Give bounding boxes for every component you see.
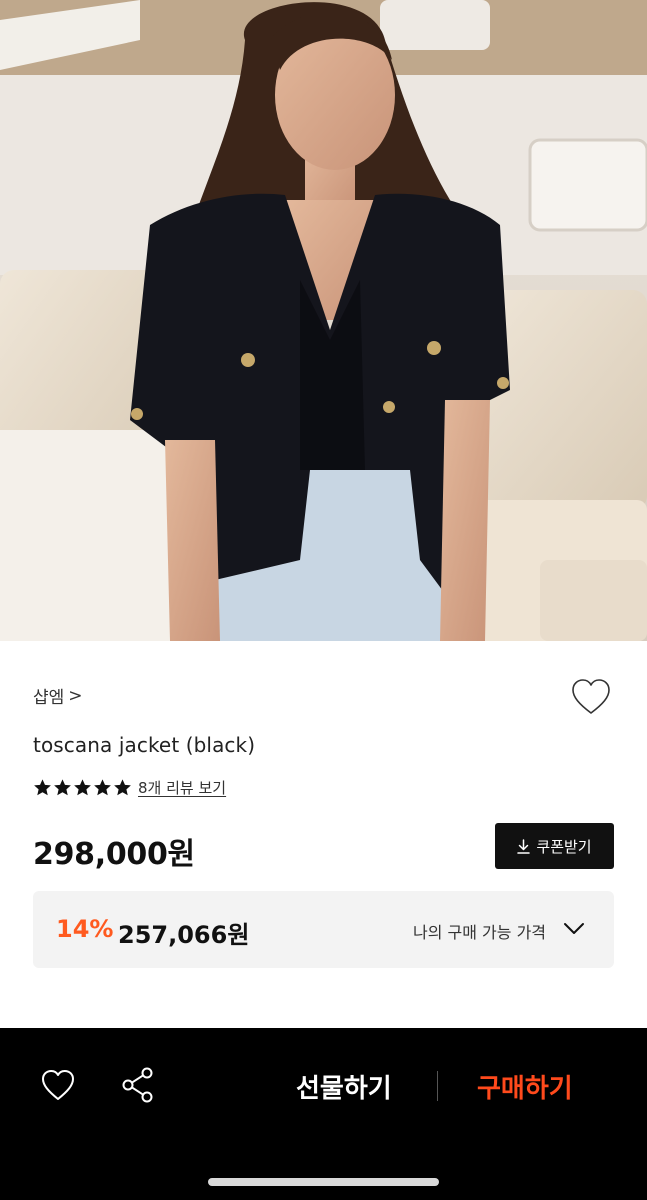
bottom-action-bar: 선물하기 구매하기 bbox=[0, 1028, 647, 1200]
product-photo-illustration bbox=[0, 0, 647, 641]
discount-percent: 14% bbox=[56, 915, 114, 943]
brand-link[interactable]: 샵엠 > bbox=[33, 683, 83, 709]
share-button[interactable] bbox=[121, 1066, 155, 1104]
product-info: 샵엠 > toscana jacket (black) 8개 리뷰 보기 298… bbox=[0, 641, 647, 1028]
chevron-down-icon bbox=[564, 923, 584, 934]
product-title: toscana jacket (black) bbox=[33, 733, 256, 757]
coupon-label: 쿠폰받기 bbox=[536, 837, 592, 856]
gift-button[interactable]: 선물하기 bbox=[296, 1068, 392, 1105]
wishlist-button[interactable] bbox=[570, 677, 612, 717]
buy-button[interactable]: 구매하기 bbox=[477, 1068, 573, 1105]
star-icon bbox=[34, 779, 51, 796]
star-icon bbox=[94, 779, 111, 796]
share-icon bbox=[122, 1067, 153, 1103]
product-image[interactable] bbox=[0, 0, 647, 641]
my-price-dropdown[interactable]: 14% 257,066원 나의 구매 가능 가격 bbox=[33, 891, 614, 968]
heart-outline-icon bbox=[42, 1070, 74, 1100]
brand-name: 샵엠 bbox=[33, 688, 65, 708]
discount-price: 257,066원 bbox=[118, 921, 250, 949]
chevron-right-icon: > bbox=[68, 685, 83, 706]
star-icon bbox=[54, 779, 71, 796]
star-icon bbox=[74, 779, 91, 796]
divider bbox=[437, 1071, 438, 1101]
coupon-button[interactable]: 쿠폰받기 bbox=[495, 823, 614, 869]
home-indicator[interactable] bbox=[208, 1178, 439, 1186]
download-icon bbox=[517, 838, 531, 854]
star-rating bbox=[33, 778, 132, 797]
product-price: 298,000원 bbox=[33, 837, 195, 872]
rating-row: 8개 리뷰 보기 bbox=[33, 777, 226, 798]
bottom-wishlist-button[interactable] bbox=[40, 1068, 76, 1102]
review-link[interactable]: 8개 리뷰 보기 bbox=[138, 777, 226, 798]
star-icon bbox=[114, 779, 131, 796]
my-price-label: 나의 구매 가능 가격 bbox=[413, 923, 547, 942]
heart-outline-icon bbox=[572, 679, 610, 714]
